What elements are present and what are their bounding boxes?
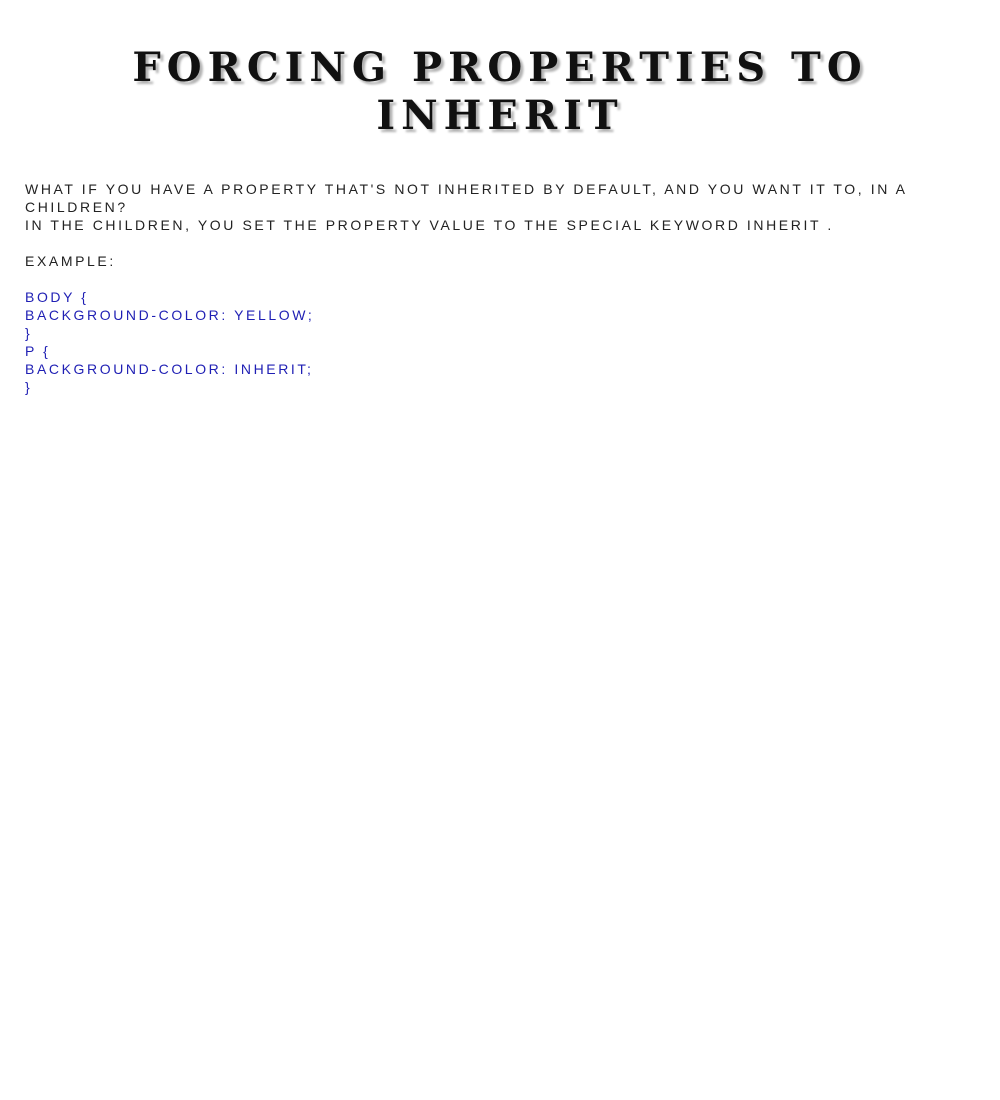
code-block: body { background-color: yellow; } p { b… xyxy=(25,288,975,396)
code-line: } xyxy=(25,379,33,395)
page-title: Forcing properties to inherit xyxy=(132,44,868,139)
code-line: background-color: yellow; xyxy=(25,307,315,323)
intro-paragraph: What if you have a property that's not i… xyxy=(25,180,975,234)
code-line: p { xyxy=(25,343,51,359)
code-line: body { xyxy=(25,289,89,305)
code-line: background-color: inherit; xyxy=(25,361,314,377)
code-line: } xyxy=(25,325,33,341)
example-label: Example: xyxy=(25,253,116,269)
article-body: What if you have a property that's not i… xyxy=(25,180,975,396)
intro-question: What if you have a property that's not i… xyxy=(25,181,907,215)
intro-answer: In the children, you set the property va… xyxy=(25,217,834,233)
